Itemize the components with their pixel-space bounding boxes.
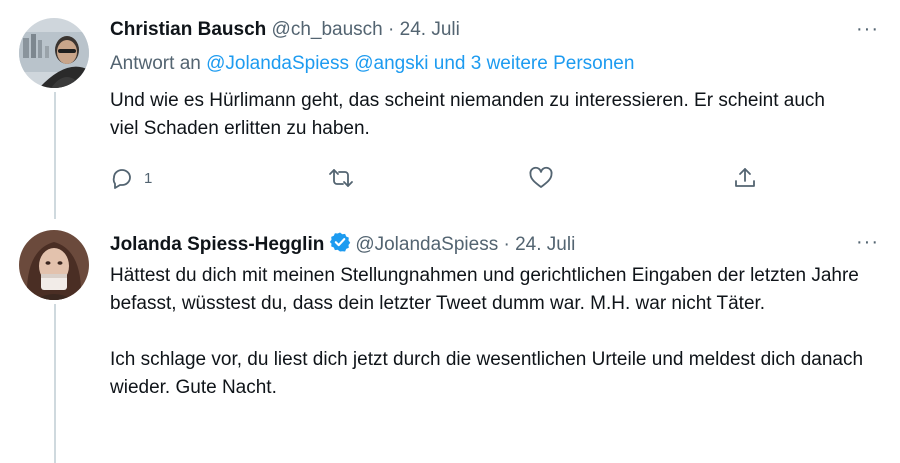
reply-mentions-link[interactable]: @JolandaSpiess @angski und 3 weitere Per… bbox=[206, 53, 634, 74]
reply-to-line: Antwort an @JolandaSpiess @angski und 3 … bbox=[110, 52, 634, 76]
thread-line-top bbox=[54, 92, 56, 219]
share-icon bbox=[733, 166, 757, 190]
author-handle[interactable]: @ch_bausch bbox=[272, 19, 383, 40]
retweet-button[interactable] bbox=[328, 166, 354, 190]
reply-icon bbox=[110, 166, 134, 190]
share-button[interactable] bbox=[733, 166, 757, 190]
reply-count: 1 bbox=[144, 169, 153, 187]
author-name[interactable]: Jolanda Spiess-Hegglin bbox=[110, 234, 324, 255]
tweet-1-text: Und wie es Hürlimann geht, das scheint n… bbox=[110, 90, 825, 139]
tweet-2-text: Hättest du dich mit meinen Stellungnahme… bbox=[110, 265, 864, 398]
avatar-christian-bausch[interactable] bbox=[19, 18, 89, 88]
separator-dot: · bbox=[503, 234, 510, 255]
more-options-button[interactable]: ··· bbox=[856, 18, 879, 41]
tweet-date[interactable]: 24. Juli bbox=[400, 19, 460, 40]
avatar-jolanda-spiess-hegglin[interactable] bbox=[19, 230, 89, 300]
tweet-1-header: Christian Bausch @ch_bausch · 24. Juli bbox=[110, 18, 460, 42]
separator-dot: · bbox=[388, 19, 395, 40]
tweet-date[interactable]: 24. Juli bbox=[515, 234, 575, 255]
more-options-button[interactable]: ··· bbox=[856, 231, 879, 254]
like-button[interactable] bbox=[528, 166, 554, 190]
reply-prefix: Antwort an bbox=[110, 53, 201, 74]
author-handle[interactable]: @JolandaSpiess bbox=[355, 234, 498, 255]
heart-icon bbox=[528, 166, 554, 190]
thread-line-bottom bbox=[54, 304, 56, 463]
reply-button[interactable]: 1 bbox=[110, 166, 152, 190]
verified-badge-icon bbox=[329, 231, 351, 260]
retweet-icon bbox=[328, 166, 354, 190]
tweet-2-header: Jolanda Spiess-Hegglin @JolandaSpiess · 2… bbox=[110, 231, 575, 260]
author-name[interactable]: Christian Bausch bbox=[110, 19, 266, 40]
